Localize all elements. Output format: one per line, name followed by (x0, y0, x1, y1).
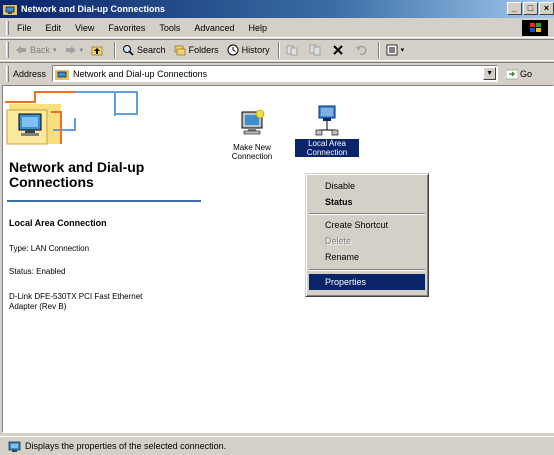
menu-help[interactable]: Help (248, 23, 267, 33)
status-text: Displays the properties of the selected … (25, 441, 227, 451)
make-new-connection-item[interactable]: Make New Connection (225, 108, 279, 161)
back-label: Back (30, 45, 51, 55)
views-button[interactable]: ▾ (386, 44, 405, 56)
views-icon (386, 44, 398, 56)
network-banner-icon (5, 90, 145, 148)
make-new-connection-label: Make New Connection (231, 143, 273, 161)
folder-view[interactable]: Network and Dial-up Connections Local Ar… (2, 85, 554, 433)
menu-item-delete[interactable]: Delete (309, 233, 425, 249)
forward-dropdown-icon[interactable]: ▾ (80, 46, 84, 54)
back-button[interactable]: Back ▾ (15, 44, 57, 56)
selected-item-name: Local Area Connection (9, 218, 107, 228)
folders-icon (174, 44, 186, 56)
copy-to-button[interactable] (309, 44, 324, 56)
search-label: Search (137, 45, 166, 55)
search-button[interactable]: Search (122, 44, 166, 56)
move-to-button[interactable] (286, 44, 301, 56)
menu-item-properties[interactable]: Properties (309, 274, 425, 290)
window-title: Network and Dial-up Connections (21, 4, 166, 14)
back-dropdown-icon[interactable]: ▾ (53, 46, 57, 54)
folders-button[interactable]: Folders (174, 44, 219, 56)
menu-favorites[interactable]: Favorites (108, 23, 145, 33)
menu-item-create-shortcut[interactable]: Create Shortcut (309, 217, 425, 233)
menu-separator (309, 213, 425, 215)
forward-arrow-icon (65, 44, 77, 56)
maximize-button[interactable]: □ (523, 2, 538, 15)
menu-bar: File Edit View Favorites Tools Advanced … (0, 18, 554, 38)
title-bar[interactable]: Network and Dial-up Connections _ □ × (0, 0, 554, 18)
status-network-icon (8, 441, 21, 452)
pane-title: Network and Dial-up Connections (9, 159, 145, 190)
web-view-pane: Network and Dial-up Connections Local Ar… (3, 86, 209, 432)
address-dropdown-button[interactable]: ▼ (483, 67, 497, 80)
standard-toolbar: Back ▾ ▾ Search Folders History ▾ (0, 39, 554, 61)
toolbar-grip[interactable] (6, 42, 9, 58)
menu-view[interactable]: View (75, 23, 94, 33)
up-folder-icon (91, 44, 103, 56)
delete-x-icon (332, 44, 344, 56)
connection-type: Type: LAN Connection (9, 244, 90, 253)
forward-button[interactable]: ▾ (65, 44, 84, 56)
menu-separator (309, 269, 425, 271)
history-button[interactable]: History (227, 44, 270, 56)
make-new-connection-icon (236, 108, 268, 140)
status-bar: Displays the properties of the selected … (0, 436, 554, 455)
connection-status: Status: Enabled (9, 267, 66, 276)
menu-item-rename[interactable]: Rename (309, 249, 425, 265)
menu-file[interactable]: File (17, 23, 32, 33)
address-input[interactable]: Network and Dial-up Connections ▼ (52, 65, 499, 82)
menu-edit[interactable]: Edit (46, 23, 62, 33)
menu-advanced[interactable]: Advanced (194, 23, 234, 33)
undo-icon (355, 44, 367, 56)
pane-divider (7, 200, 201, 202)
windows-logo-icon (522, 20, 548, 36)
menubar-grip[interactable] (6, 20, 9, 35)
minimize-button[interactable]: _ (507, 2, 522, 15)
undo-button[interactable] (355, 44, 370, 56)
menu-item-status[interactable]: Status (309, 194, 425, 210)
toolbar-separator (114, 42, 117, 58)
history-clock-icon (227, 44, 239, 56)
network-folder-icon (55, 68, 70, 80)
adapter-description: D-Link DFE-530TX PCI Fast Ethernet Adapt… (9, 292, 143, 311)
copy-to-icon (309, 44, 321, 56)
close-button[interactable]: × (539, 2, 554, 15)
address-label: Address (13, 68, 47, 79)
toolbar-separator (277, 42, 280, 58)
address-value: Network and Dial-up Connections (73, 68, 208, 79)
address-bar: Address Network and Dial-up Connections … (0, 62, 554, 84)
folders-label: Folders (188, 45, 219, 55)
back-arrow-icon (15, 44, 27, 56)
history-label: History (241, 45, 270, 55)
delete-button[interactable] (332, 44, 347, 56)
menu-item-disable[interactable]: Disable (309, 178, 425, 194)
search-icon (122, 44, 134, 56)
toolbar-separator (377, 42, 380, 58)
go-button[interactable]: Go (505, 68, 533, 80)
views-dropdown-icon[interactable]: ▾ (401, 46, 405, 54)
menu-tools[interactable]: Tools (159, 23, 180, 33)
network-folder-icon (3, 3, 17, 15)
context-menu: Disable Status Create Shortcut Delete Re… (305, 173, 429, 297)
addressbar-grip[interactable] (6, 65, 9, 82)
lan-connection-icon (311, 104, 343, 136)
local-area-connection-label: Local Area Connection (294, 138, 360, 158)
explorer-window: Network and Dial-up Connections _ □ × Fi… (0, 0, 554, 455)
up-button[interactable] (91, 44, 106, 56)
go-label: Go (520, 68, 533, 79)
local-area-connection-item[interactable]: Local Area Connection (294, 104, 360, 158)
move-to-icon (286, 44, 298, 56)
go-arrow-icon (505, 68, 519, 80)
